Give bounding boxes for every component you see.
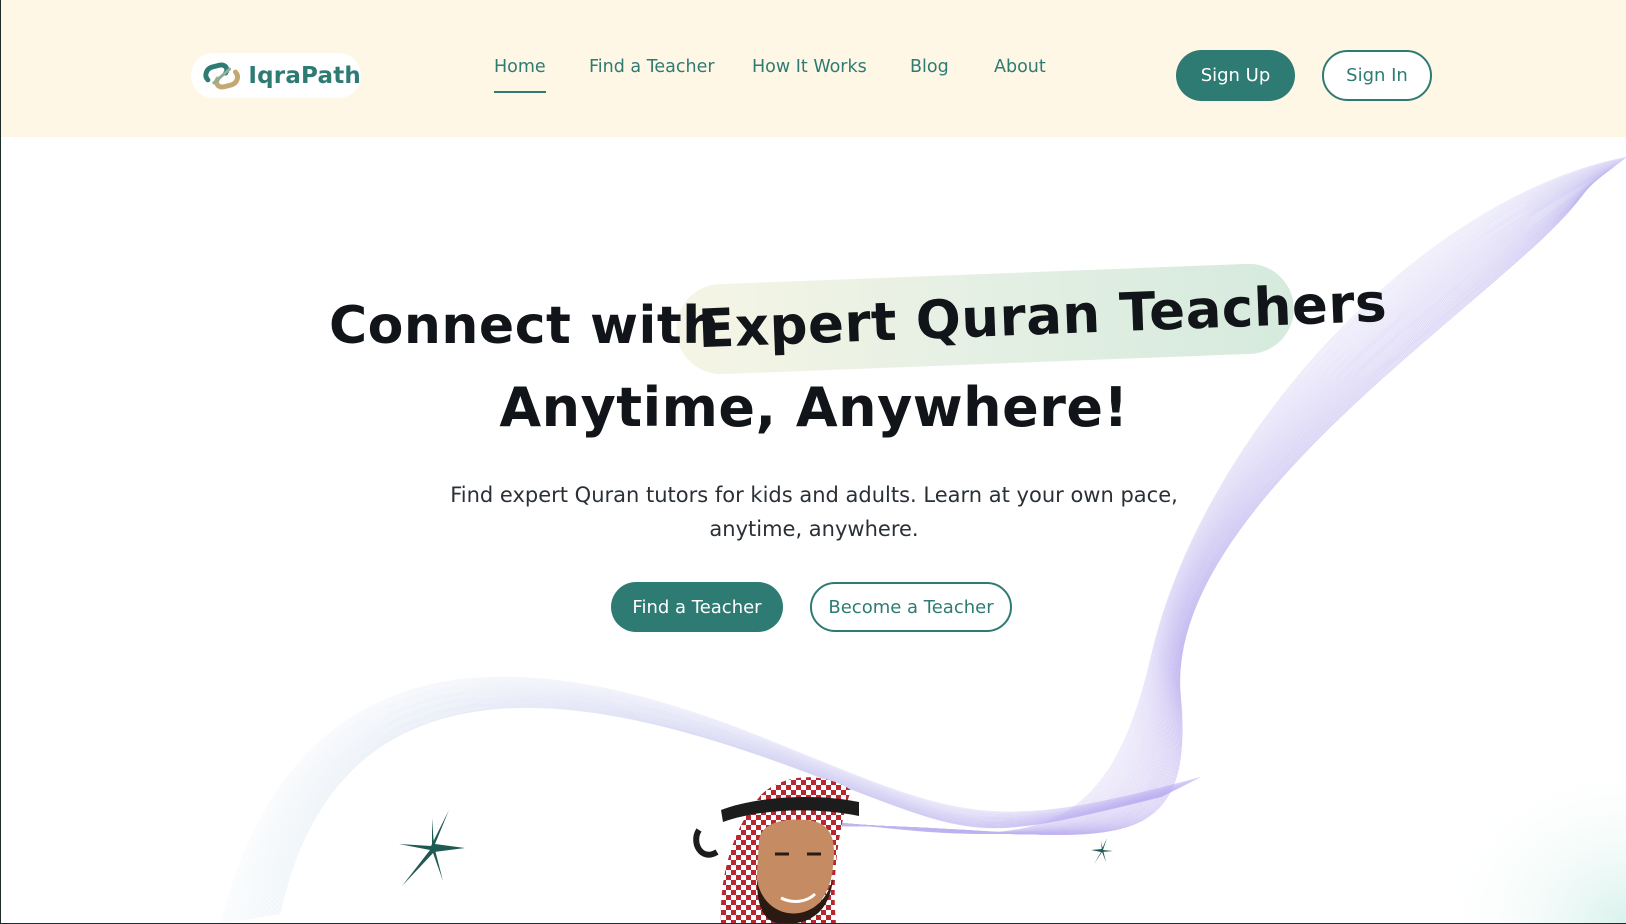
- brand-name: IqraPath: [248, 62, 361, 89]
- page: IqraPath Home Find a Teacher How It Work…: [0, 0, 1626, 924]
- title-line-2: Anytime, Anywhere!: [499, 376, 1129, 439]
- sign-up-button[interactable]: Sign Up: [1176, 50, 1295, 101]
- become-a-teacher-button[interactable]: Become a Teacher: [810, 582, 1012, 632]
- sign-in-button[interactable]: Sign In: [1322, 50, 1432, 101]
- hero-subtitle: Find expert Quran tutors for kids and ad…: [450, 483, 1178, 541]
- nav-item-how-it-works[interactable]: How It Works: [752, 57, 867, 77]
- nav-item-about[interactable]: About: [994, 57, 1046, 77]
- sparkle-star-icon: [399, 810, 465, 886]
- top-header: IqraPath Home Find a Teacher How It Work…: [1, 0, 1626, 137]
- nav-item-blog[interactable]: Blog: [910, 57, 949, 77]
- nav-item-find-a-teacher[interactable]: Find a Teacher: [589, 57, 715, 77]
- find-a-teacher-button[interactable]: Find a Teacher: [611, 582, 783, 632]
- title-prefix: Connect with: [329, 296, 720, 356]
- nav-item-home[interactable]: Home: [494, 57, 546, 93]
- small-sparkle-star-icon: [1091, 838, 1113, 864]
- teacher-portrait-image: [693, 777, 859, 923]
- brand-logo[interactable]: IqraPath: [191, 53, 361, 98]
- intertwined-links-logo-icon: [203, 62, 240, 89]
